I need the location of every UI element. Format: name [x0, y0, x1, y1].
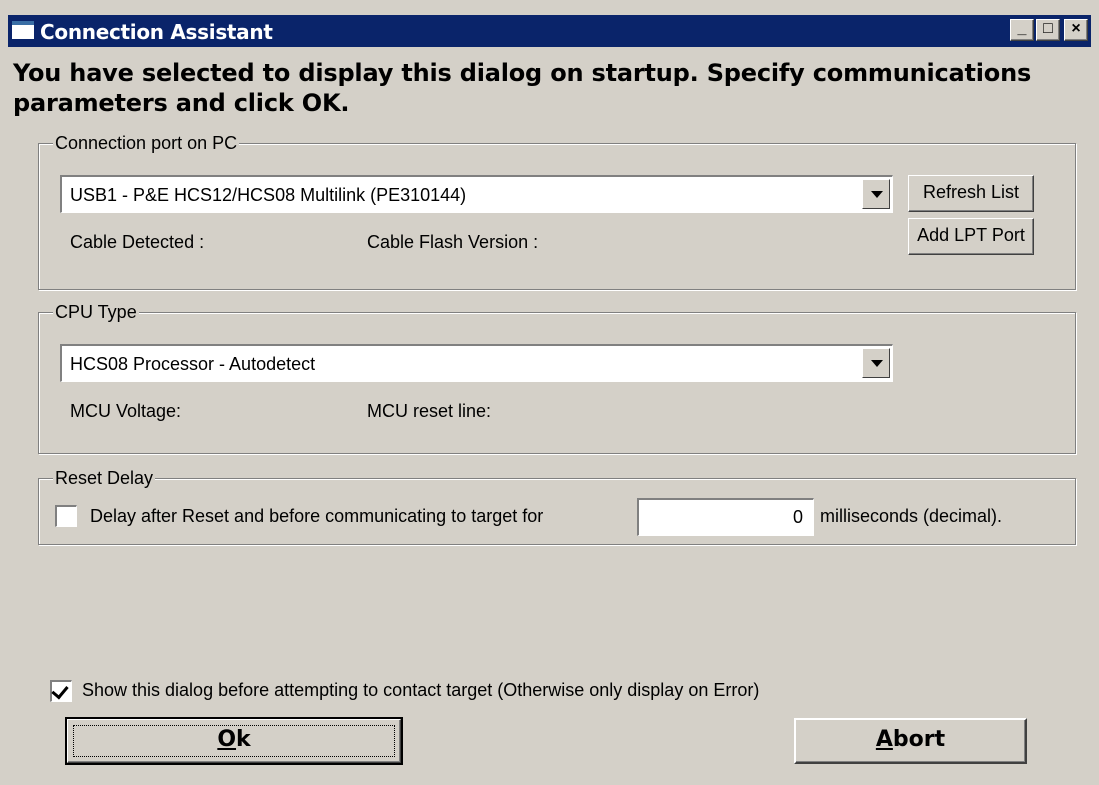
chevron-down-icon[interactable] — [862, 179, 890, 209]
reset-delay-input[interactable]: 0 — [637, 498, 814, 536]
abort-accelerator: A — [875, 727, 893, 752]
maximize-icon: □ — [1043, 20, 1053, 37]
cpu-type-select[interactable]: HCS08 Processor - Autodetect — [60, 344, 893, 382]
close-icon: × — [1071, 20, 1081, 37]
title-bar[interactable]: Connection Assistant _ □ × — [8, 15, 1091, 47]
connection-port-select[interactable]: USB1 - P&E HCS12/HCS08 Multilink (PE3101… — [60, 175, 893, 213]
maximize-button[interactable]: □ — [1036, 19, 1060, 41]
cpu-type-value: HCS08 Processor - Autodetect — [70, 354, 316, 374]
abort-label-rest: bort — [892, 727, 946, 752]
reset-delay-checkbox[interactable] — [55, 505, 77, 527]
cable-flash-version-label: Cable Flash Version : — [367, 232, 539, 252]
window-title: Connection Assistant — [40, 20, 273, 44]
abort-button[interactable]: Abort — [794, 718, 1027, 764]
add-lpt-port-button[interactable]: Add LPT Port — [908, 218, 1034, 255]
reset-delay-unit-label: milliseconds (decimal). — [820, 506, 1003, 526]
reset-delay-checkbox-label: Delay after Reset and before communicati… — [90, 506, 544, 526]
reset-delay-group-label: Reset Delay — [53, 467, 156, 489]
connection-assistant-window: Connection Assistant _ □ × You have sele… — [0, 0, 1099, 785]
minimize-icon: _ — [1017, 20, 1027, 37]
show-dialog-checkbox[interactable] — [50, 680, 72, 702]
connection-port-group-label: Connection port on PC — [53, 132, 240, 154]
close-button[interactable]: × — [1064, 19, 1088, 41]
cable-detected-label: Cable Detected : — [70, 232, 205, 252]
connection-port-group: Connection port on PC — [38, 132, 1076, 290]
focus-rectangle — [73, 725, 395, 757]
checkmark-icon — [51, 681, 69, 700]
chevron-down-icon[interactable] — [862, 348, 890, 378]
mcu-voltage-label: MCU Voltage: — [70, 401, 182, 421]
minimize-button[interactable]: _ — [1010, 19, 1034, 41]
ok-button[interactable]: Ok — [65, 717, 403, 765]
connection-port-value: USB1 - P&E HCS12/HCS08 Multilink (PE3101… — [70, 185, 467, 205]
show-dialog-label: Show this dialog before attempting to co… — [82, 680, 760, 700]
instruction-heading: You have selected to display this dialog… — [13, 59, 1032, 117]
refresh-list-button[interactable]: Refresh List — [908, 175, 1034, 212]
cpu-type-group: CPU Type — [38, 301, 1076, 454]
window-icon — [12, 21, 34, 39]
mcu-reset-line-label: MCU reset line: — [367, 401, 492, 421]
cpu-type-group-label: CPU Type — [53, 301, 139, 323]
